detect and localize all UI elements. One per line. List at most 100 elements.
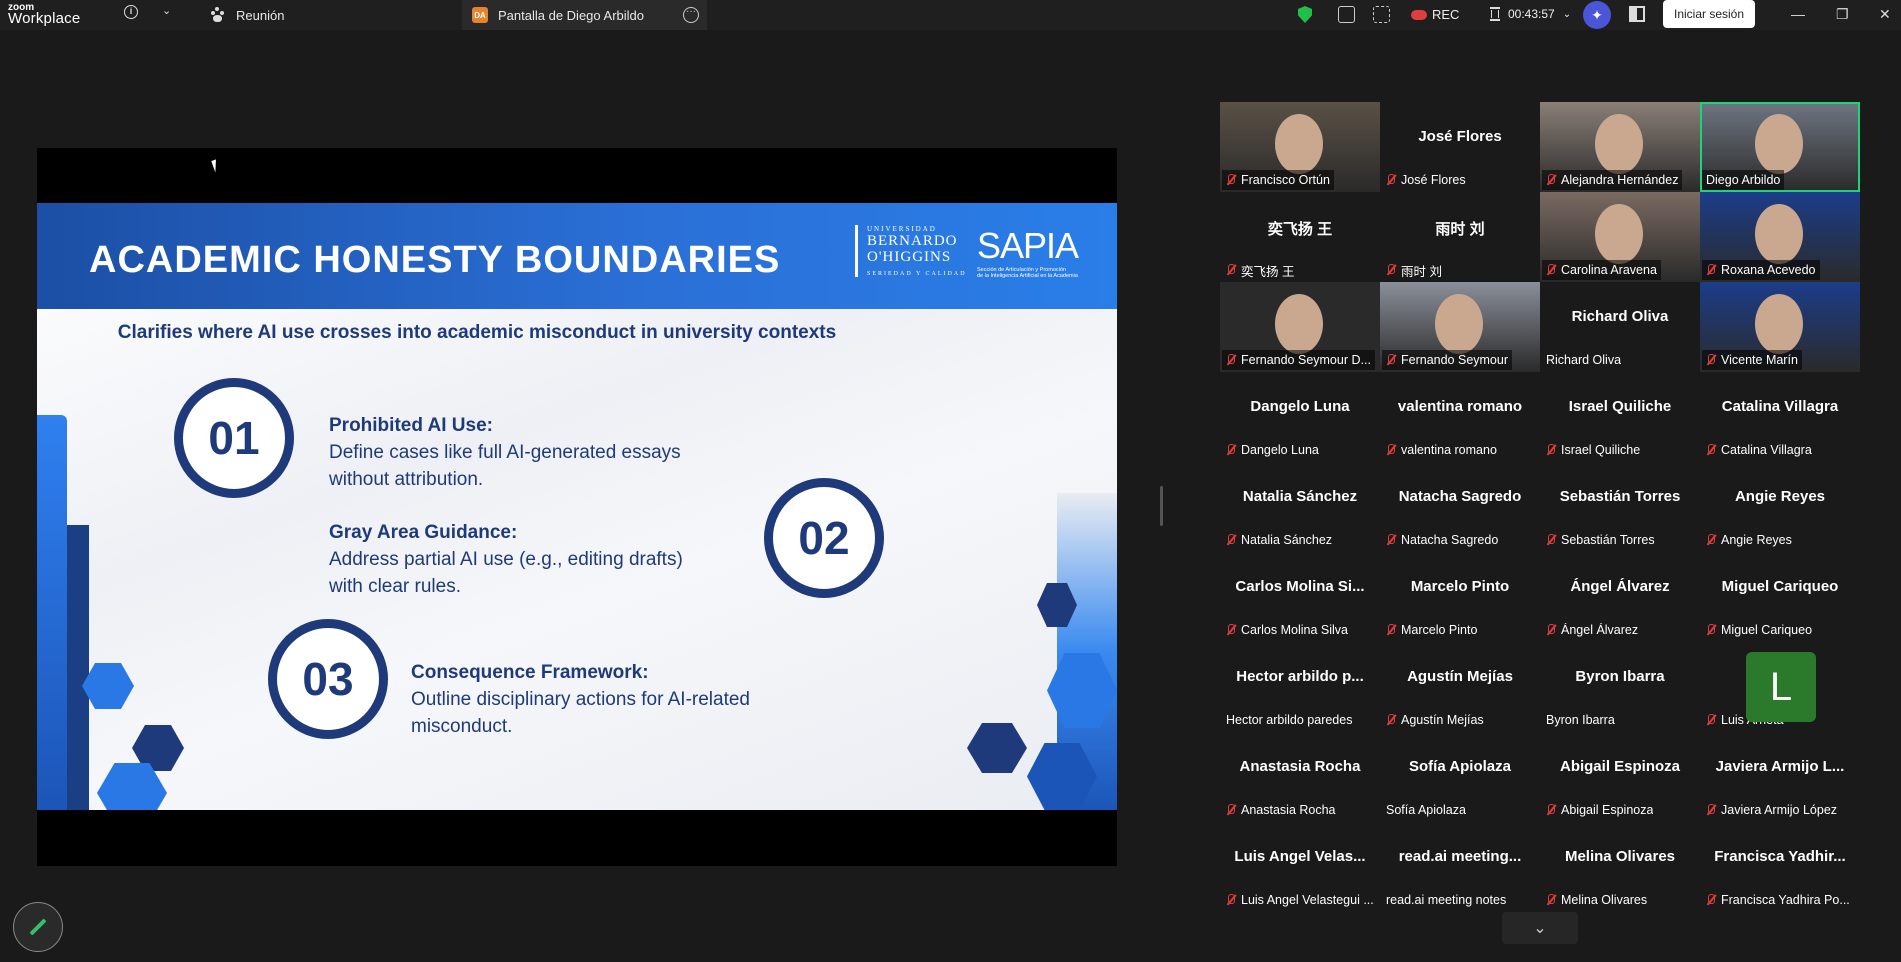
participant-tile[interactable]: Miguel Cariqueo Miguel Cariqueo [1700, 552, 1860, 642]
panel-resize-handle[interactable] [1160, 486, 1163, 526]
participant-tile[interactable]: Natacha Sagredo Natacha Sagredo [1380, 462, 1540, 552]
signin-button[interactable]: Iniciar sesión [1663, 0, 1755, 28]
ai-companion-icon[interactable]: ✦ [1583, 1, 1611, 29]
participant-label: Francisca Yadhira Po... [1702, 890, 1854, 910]
participant-name-label: Fernando Seymour D... [1241, 353, 1371, 367]
participant-tile[interactable]: Catalina Villagra Catalina Villagra [1700, 372, 1860, 462]
participant-tile[interactable]: Hector arbildo p... Hector arbildo parede… [1220, 642, 1380, 732]
participant-tile[interactable]: Melina Olivares Melina Olivares [1540, 822, 1700, 912]
participant-label: Sofía Apiolaza [1382, 800, 1470, 820]
participant-display-name: Luis Angel Velas... [1234, 848, 1366, 865]
video-silhouette [1275, 114, 1323, 174]
participant-name-label: Catalina Villagra [1721, 443, 1812, 457]
participant-tile[interactable]: Angie Reyes Angie Reyes [1700, 462, 1860, 552]
participant-name-label: Carlos Molina Silva [1241, 623, 1348, 637]
participant-label: Melina Olivares [1542, 890, 1651, 910]
participant-label: Carlos Molina Silva [1222, 620, 1352, 640]
encryption-shield-icon[interactable] [1298, 6, 1312, 23]
video-silhouette [1435, 294, 1483, 354]
participant-tile[interactable]: Roxana Acevedo [1700, 192, 1860, 282]
participant-tile[interactable]: Vicente Marín [1700, 282, 1860, 372]
notes-icon[interactable] [1338, 6, 1355, 23]
participant-name-label: Israel Quiliche [1561, 443, 1641, 457]
participant-tile[interactable]: Carolina Aravena [1540, 192, 1700, 282]
participant-name-label: Fernando Seymour [1401, 353, 1509, 367]
participant-name-label: 雨时 刘 [1401, 264, 1442, 279]
participant-label: Natacha Sagredo [1382, 530, 1502, 550]
participant-tile[interactable]: 雨时 刘雨时 刘 [1380, 192, 1540, 282]
participant-tile[interactable]: Natalia Sánchez Natalia Sánchez [1220, 462, 1380, 552]
participant-label: Israel Quiliche [1542, 440, 1644, 460]
minimize-button[interactable]: — [1791, 6, 1805, 22]
participant-tile[interactable]: Sebastián Torres Sebastián Torres [1540, 462, 1700, 552]
ubo-logo-bar [855, 225, 858, 277]
mic-muted-icon [1386, 354, 1396, 366]
participant-tile[interactable]: Luis Angel Velas... Luis Angel Velastegui… [1220, 822, 1380, 912]
mic-muted-icon [1226, 354, 1236, 366]
video-silhouette [1595, 114, 1643, 174]
participant-tile[interactable]: Anastasia Rocha Anastasia Rocha [1220, 732, 1380, 822]
participant-tile[interactable]: Francisca Yadhir... Francisca Yadhira Po.… [1700, 822, 1860, 912]
restore-button[interactable]: ❐ [1836, 6, 1849, 23]
recording-indicator[interactable]: REC [1411, 7, 1459, 22]
meeting-timer[interactable]: 00:43:57 ⌄ [1490, 7, 1571, 21]
participant-tile[interactable]: Agustín Mejías Agustín Mejías [1380, 642, 1540, 732]
participant-tile[interactable]: Marcelo Pinto Marcelo Pinto [1380, 552, 1540, 642]
participant-tile[interactable]: Dangelo Luna Dangelo Luna [1220, 372, 1380, 462]
mic-muted-icon [1386, 444, 1396, 456]
participant-tile[interactable]: Israel Quiliche Israel Quiliche [1540, 372, 1700, 462]
participant-label: Luis Angel Velastegui ... [1222, 890, 1378, 910]
mic-muted-icon [1226, 534, 1236, 546]
sapia-logo-text: SAPIA [977, 225, 1079, 266]
participant-label: Angie Reyes [1702, 530, 1796, 550]
participant-tile[interactable]: read.ai meeting... read.ai meeting notes [1380, 822, 1540, 912]
mic-muted-icon [1706, 444, 1716, 456]
mic-muted-icon [1546, 174, 1556, 186]
participant-display-name: Ángel Álvarez [1570, 578, 1670, 595]
participant-label: Abigail Espinoza [1542, 800, 1657, 820]
participant-tile[interactable]: Sofía Apiolaza Sofía Apiolaza [1380, 732, 1540, 822]
close-button[interactable]: ✕ [1879, 6, 1891, 23]
participant-tile[interactable]: Abigail Espinoza Abigail Espinoza [1540, 732, 1700, 822]
more-options-icon[interactable]: ··· [683, 7, 699, 23]
annotate-button[interactable] [13, 902, 63, 952]
tab-share-label: Pantalla de Diego Arbildo [498, 7, 644, 23]
ubo-logo-name1: BERNARDO [867, 233, 958, 249]
participant-tile[interactable]: 奕飞扬 王奕飞扬 王 [1220, 192, 1380, 282]
participant-tile[interactable]: Alejandra Hernández [1540, 102, 1700, 192]
participant-tile[interactable]: José Flores José Flores [1380, 102, 1540, 192]
participant-tile[interactable]: Francisco Ortún [1220, 102, 1380, 192]
participant-name-label: Francisco Ortún [1241, 173, 1330, 187]
video-silhouette [1275, 294, 1323, 354]
ubo-logo: UNIVERSIDAD BERNARDO O'HIGGINS SERIEDAD … [867, 225, 967, 277]
participant-name-label: Natacha Sagredo [1401, 533, 1499, 547]
view-icon[interactable] [1373, 6, 1390, 23]
tab-screen-share[interactable]: DA Pantalla de Diego Arbildo [462, 0, 707, 30]
participant-tile[interactable]: Diego Arbildo [1700, 102, 1860, 192]
gallery-scroll-down-button[interactable]: ⌄ [1502, 912, 1578, 944]
participant-name-label: Javiera Armijo López [1721, 803, 1838, 817]
chevron-down-icon[interactable]: ⌄ [162, 4, 171, 17]
participant-tile[interactable]: valentina romano valentina romano [1380, 372, 1540, 462]
participant-tile[interactable]: Carlos Molina Si... Carlos Molina Silva [1220, 552, 1380, 642]
participant-tile[interactable]: Richard Oliva Richard Oliva [1540, 282, 1700, 372]
participant-label: Catalina Villagra [1702, 440, 1816, 460]
participant-tile[interactable]: Javiera Armijo L... Javiera Armijo López [1700, 732, 1860, 822]
participant-label: Agustín Mejías [1382, 710, 1488, 730]
participant-tile[interactable]: Byron Ibarra Byron Ibarra [1540, 642, 1700, 732]
info-icon[interactable]: i [124, 5, 138, 19]
participant-name-label: Miguel Cariqueo [1721, 623, 1813, 637]
item-body-line: with clear rules. [329, 576, 461, 597]
participant-name-label: Marcelo Pinto [1401, 623, 1478, 637]
tab-meeting[interactable]: Reunión [210, 0, 460, 30]
participant-name-label: Roxana Acevedo [1721, 263, 1816, 277]
item-body-line: Outline disciplinary actions for AI-rela… [411, 689, 750, 710]
participant-label: Roxana Acevedo [1702, 260, 1820, 280]
mic-muted-icon [1706, 714, 1716, 726]
side-panel-icon[interactable] [1629, 6, 1645, 22]
participant-tile[interactable]: Fernando Seymour [1380, 282, 1540, 372]
mic-muted-icon [1546, 894, 1556, 906]
participant-tile[interactable]: Ángel Álvarez Ángel Álvarez [1540, 552, 1700, 642]
participant-name-label: Luis Angel Velastegui ... [1241, 893, 1374, 907]
participant-tile[interactable]: Fernando Seymour D... [1220, 282, 1380, 372]
